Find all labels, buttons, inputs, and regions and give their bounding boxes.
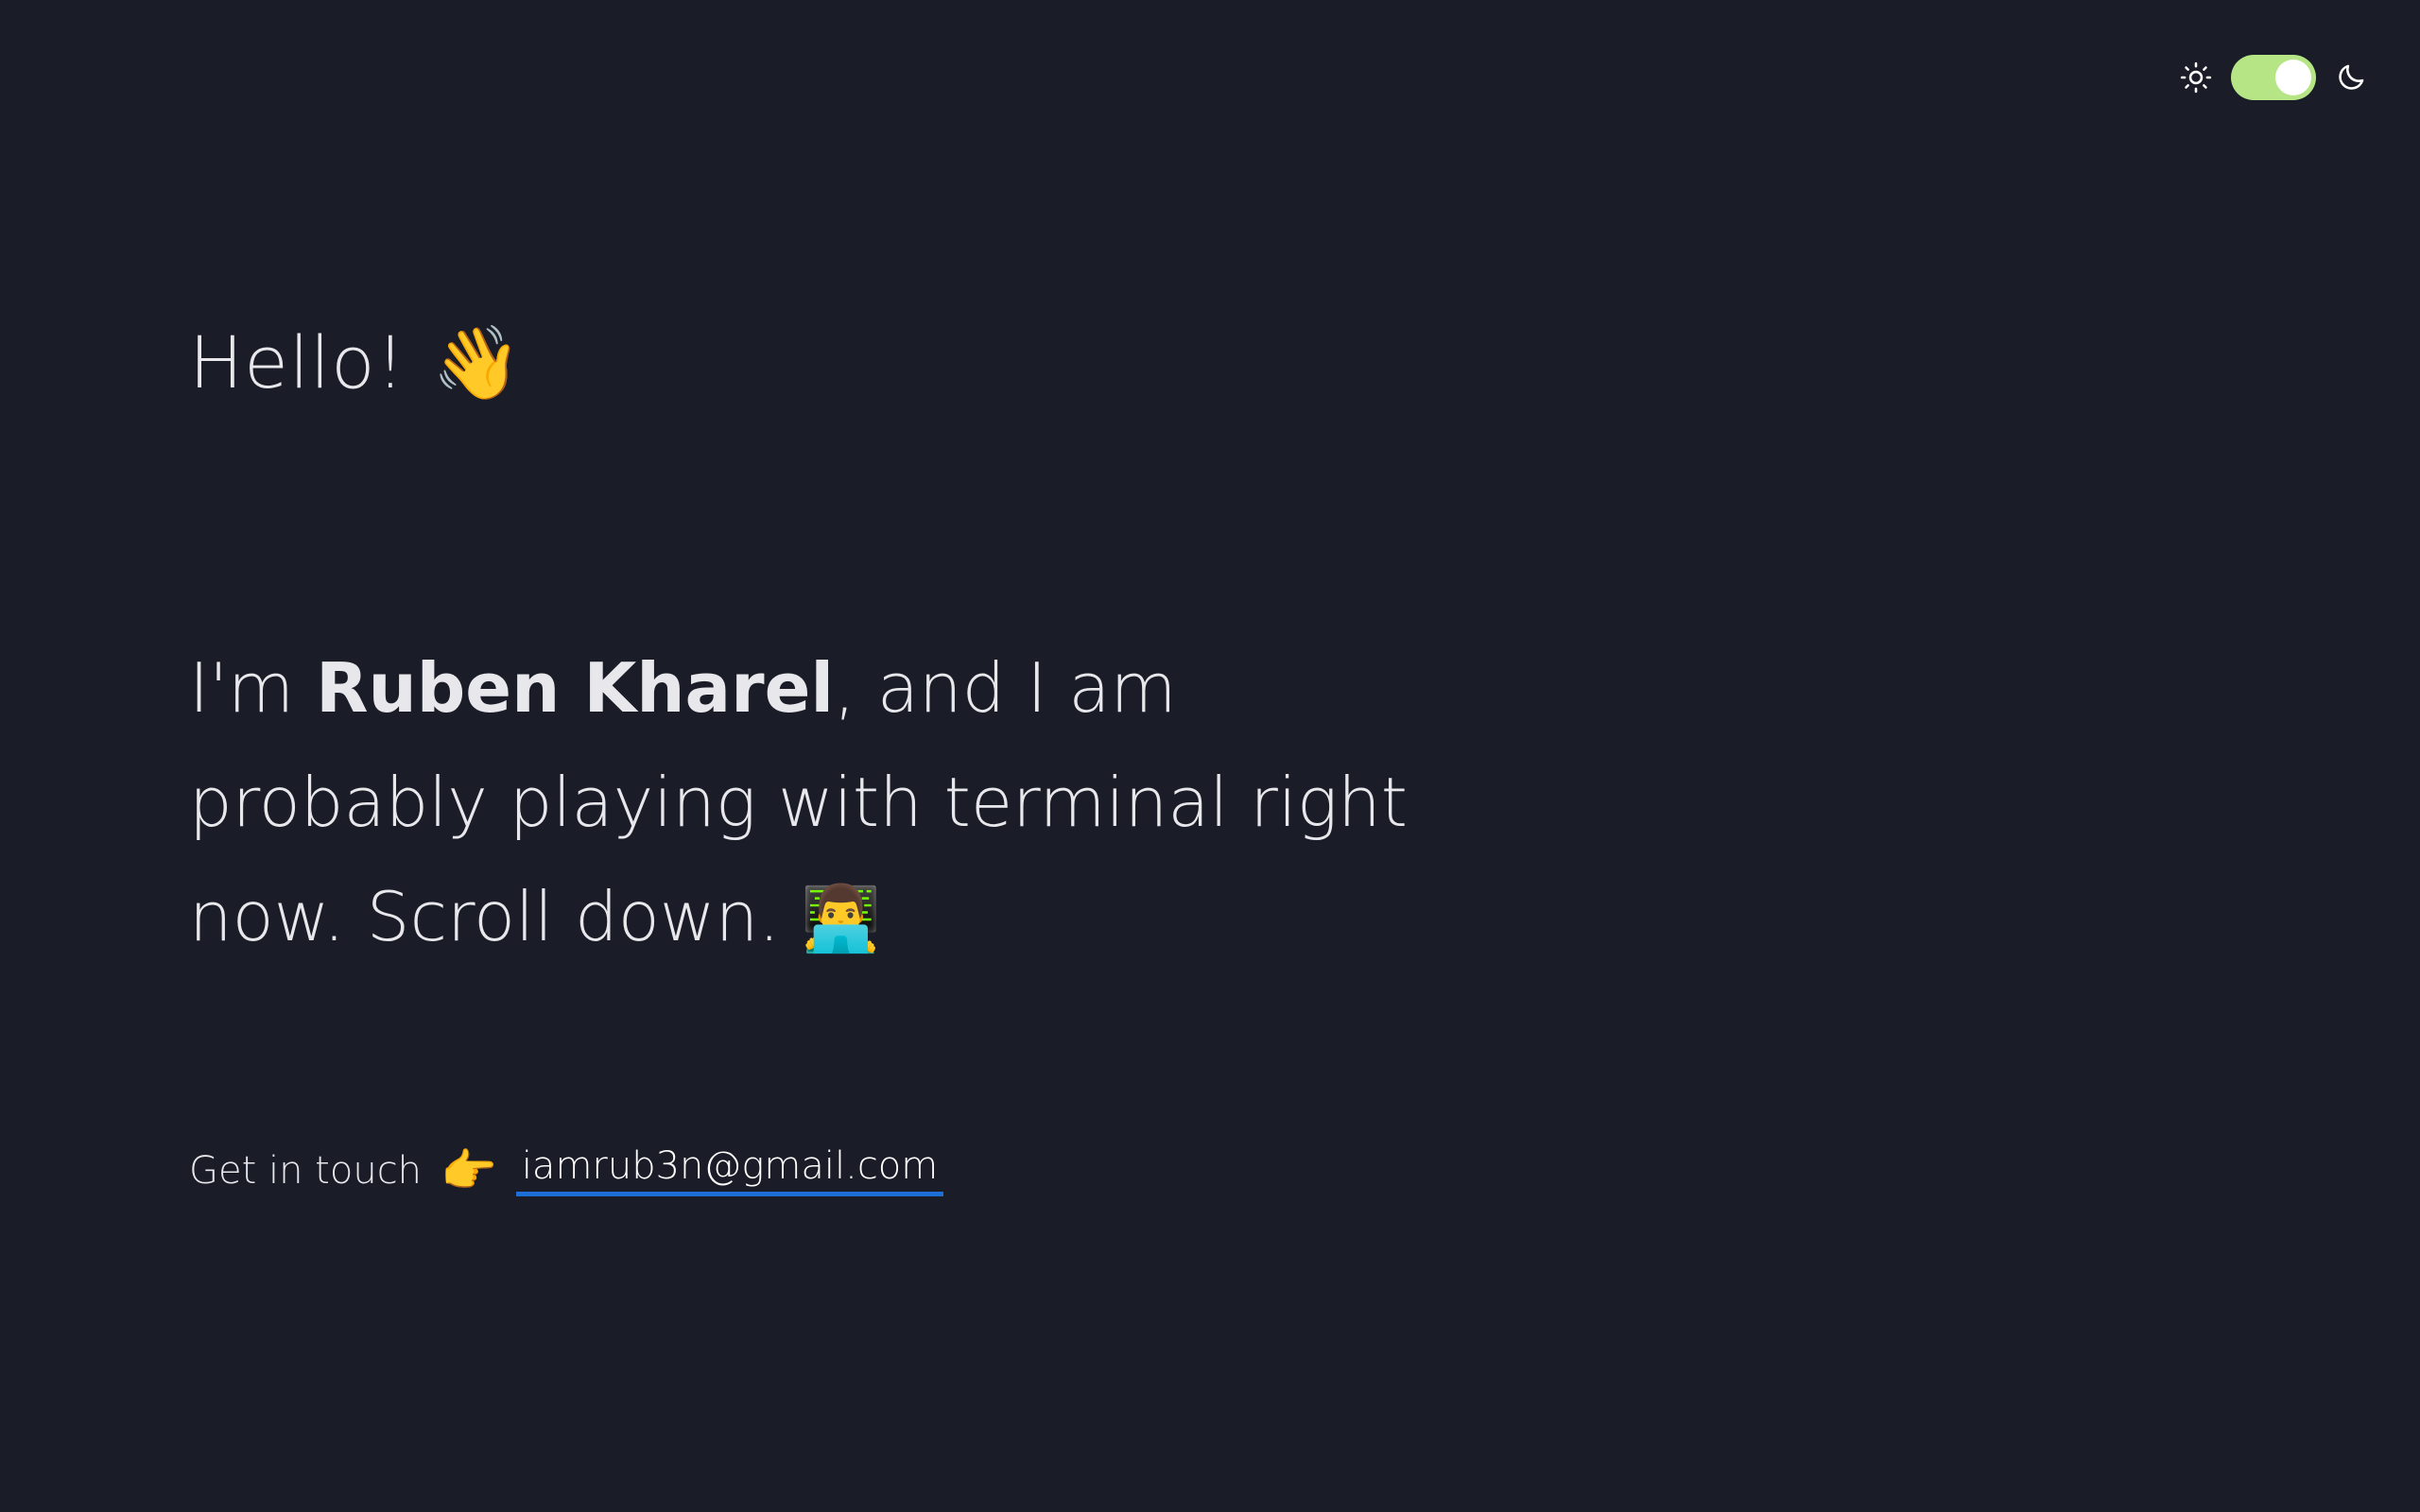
author-name: Ruben Kharel <box>316 648 835 728</box>
contact-label: Get in touch <box>189 1148 423 1193</box>
greeting-heading: Hello! 👋 <box>189 319 523 405</box>
pointing-hand-icon: 👉 <box>441 1144 497 1197</box>
intro-prefix: I'm <box>189 648 317 728</box>
intro-paragraph: I'm Ruben Kharel, and I am probably play… <box>189 631 1475 976</box>
greeting-text: Hello! <box>189 320 406 404</box>
contact-row: Get in touch 👉 iamrub3n@gmail.com <box>189 1143 944 1197</box>
theme-switch <box>2180 55 2367 100</box>
technologist-icon: 👨‍💻 <box>801 882 881 956</box>
email-link[interactable]: iamrub3n@gmail.com <box>515 1144 944 1196</box>
theme-toggle[interactable] <box>2231 55 2316 100</box>
waving-hand-icon: 👋 <box>432 320 523 404</box>
sun-icon[interactable] <box>2180 61 2212 94</box>
moon-icon[interactable] <box>2335 61 2367 94</box>
toggle-knob <box>2275 60 2311 95</box>
